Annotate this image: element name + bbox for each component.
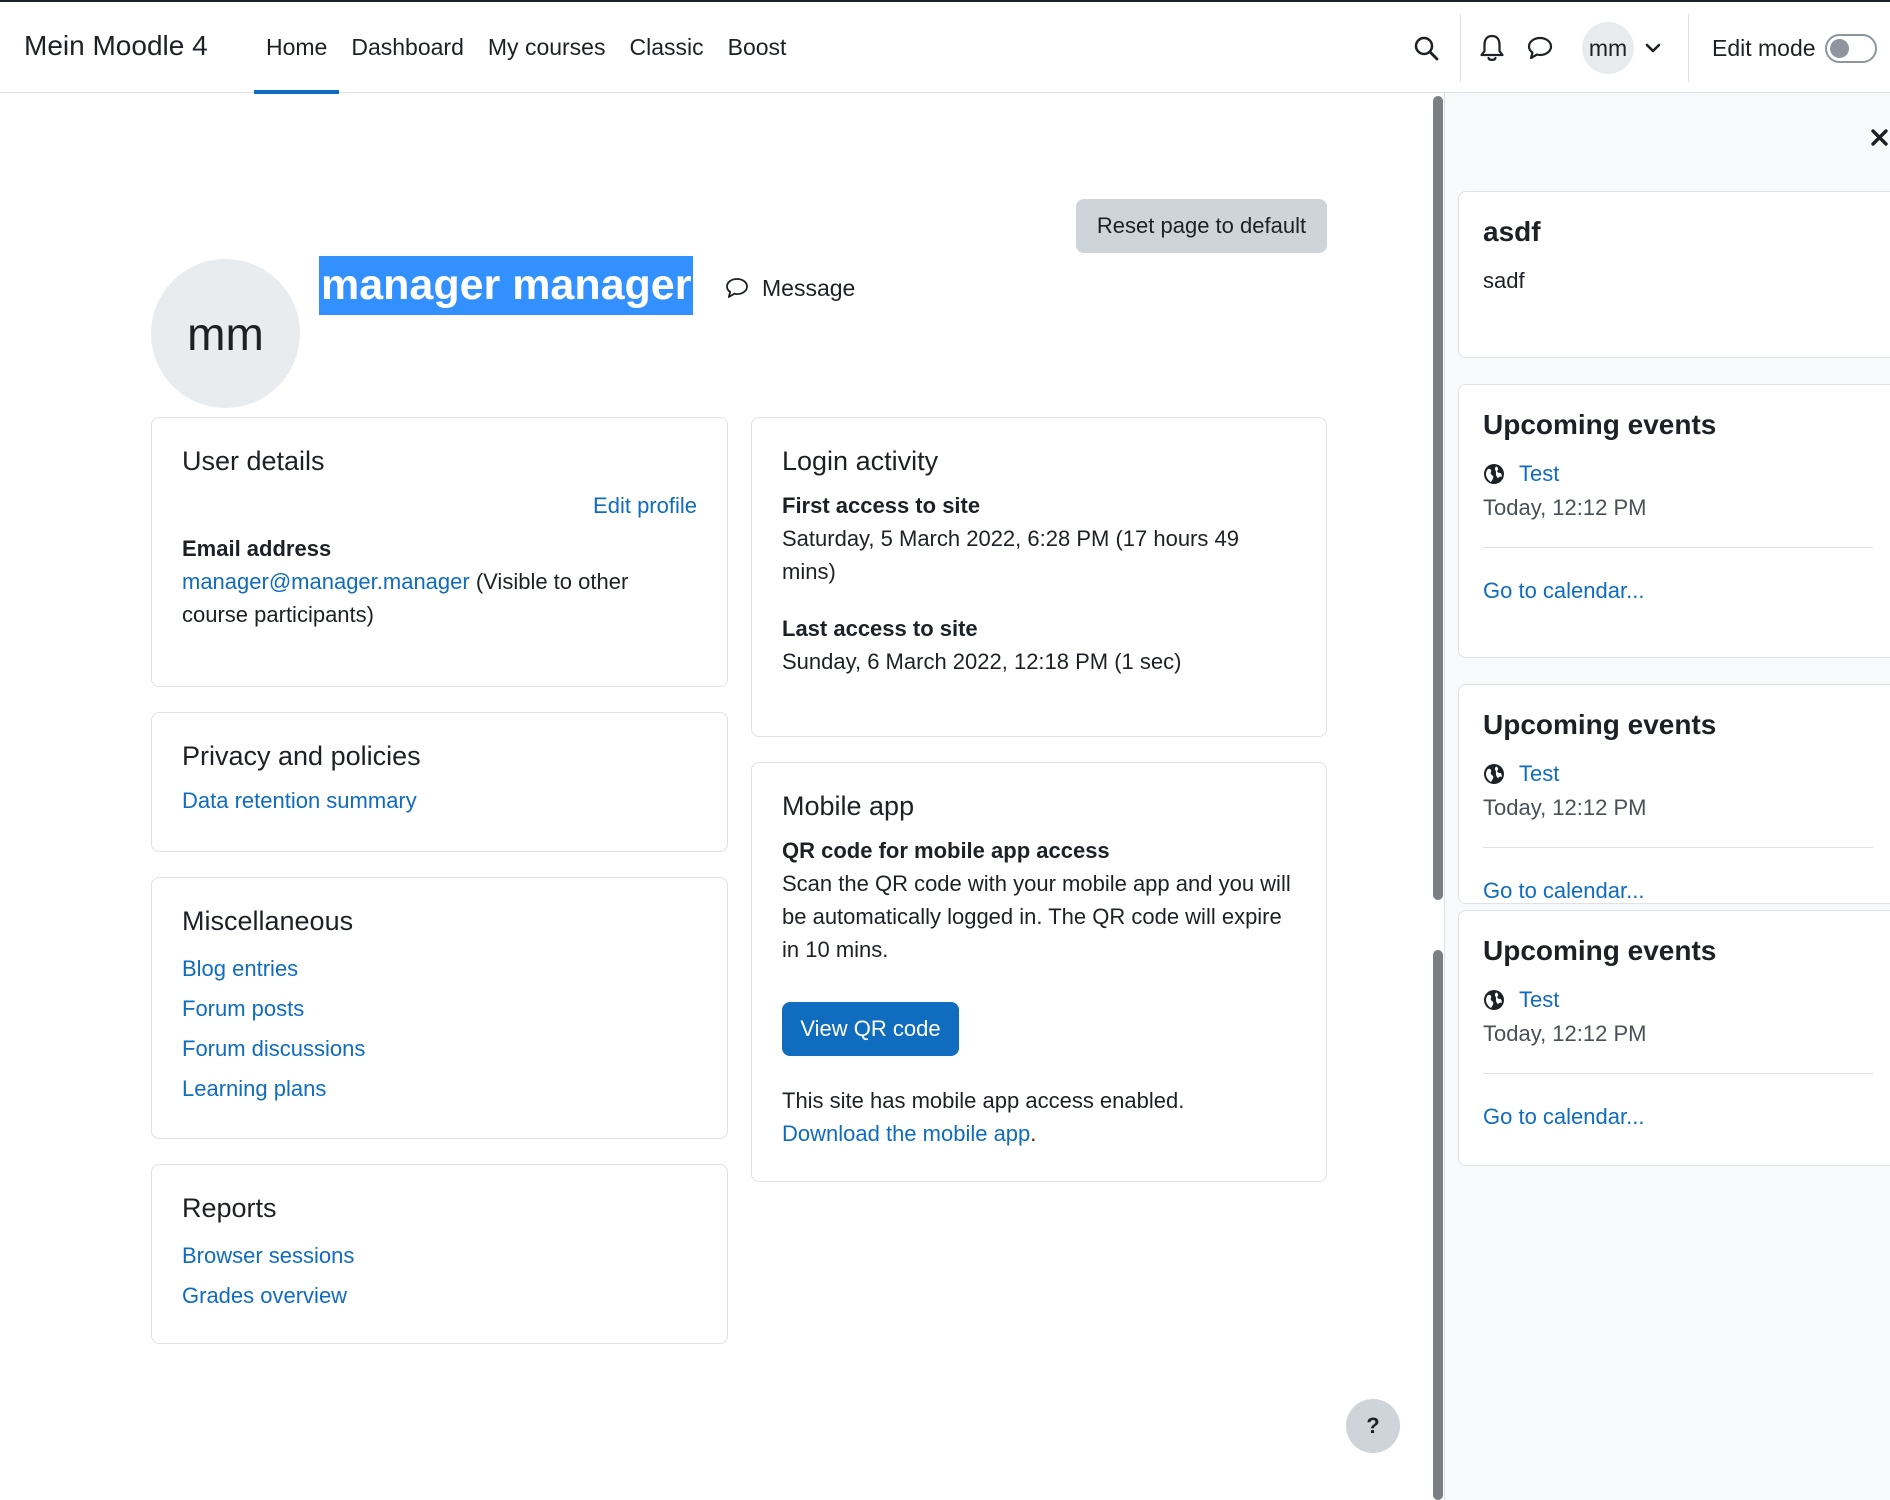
notifications-bell-icon[interactable] [1478, 33, 1506, 63]
download-app-line: Download the mobile app. [782, 1117, 1296, 1150]
mobile-enabled-text: This site has mobile app access enabled. [782, 1088, 1185, 1113]
privacy-card: Privacy and policies Data retention summ… [151, 712, 728, 852]
profile-name-heading: manager manager [319, 256, 694, 315]
primary-navigation: Home Dashboard My courses Classic Boost [254, 2, 799, 94]
upcoming-events-block: Upcoming events Test Today, 12:12 PM Go … [1458, 910, 1890, 1166]
nav-my-courses[interactable]: My courses [476, 2, 618, 93]
nav-divider [1460, 14, 1461, 82]
email-label: Email address [182, 536, 332, 561]
nav-home[interactable]: Home [254, 2, 340, 94]
message-label: Message [762, 274, 856, 301]
qr-code-description: Scan the QR code with your mobile app an… [782, 871, 1291, 962]
block-title: Upcoming events [1483, 935, 1717, 966]
nav-dashboard[interactable]: Dashboard [339, 2, 476, 93]
data-retention-link[interactable]: Data retention summary [182, 784, 697, 817]
miscellaneous-title: Miscellaneous [182, 906, 354, 936]
edit-profile-link[interactable]: Edit profile [593, 493, 697, 518]
globe-icon [1484, 990, 1504, 1010]
forum-posts-link[interactable]: Forum posts [182, 989, 697, 1029]
chevron-down-icon[interactable] [1644, 40, 1662, 56]
event-time: Today, 12:12 PM [1483, 495, 1873, 548]
go-to-calendar-link[interactable]: Go to calendar... [1483, 1104, 1873, 1130]
browser-sessions-link[interactable]: Browser sessions [182, 1236, 697, 1276]
download-mobile-app-link[interactable]: Download the mobile app [782, 1121, 1030, 1146]
event-item: Test [1483, 461, 1873, 487]
block-title: Upcoming events [1483, 709, 1717, 740]
scrollbar-thumb[interactable] [1433, 950, 1443, 1500]
login-activity-title: Login activity [782, 446, 939, 476]
user-details-title: User details [182, 446, 325, 476]
event-item: Test [1483, 761, 1873, 787]
reset-page-button[interactable]: Reset page to default [1076, 199, 1327, 253]
close-icon[interactable] [1869, 127, 1890, 148]
search-icon[interactable] [1412, 34, 1440, 62]
email-value: manager@manager.manager (Visible to othe… [182, 565, 697, 631]
user-menu-avatar[interactable]: mm [1582, 22, 1634, 74]
nav-divider [1688, 14, 1689, 82]
event-link[interactable]: Test [1519, 761, 1559, 787]
first-access-value: Saturday, 5 March 2022, 6:28 PM (17 hour… [782, 526, 1239, 584]
top-navbar: Mein Moodle 4 Home Dashboard My courses … [0, 0, 1890, 94]
site-brand[interactable]: Mein Moodle 4 [24, 30, 208, 62]
grades-overview-link[interactable]: Grades overview [182, 1276, 697, 1316]
profile-avatar: mm [151, 259, 300, 408]
edit-mode-label: Edit mode [1712, 35, 1816, 61]
globe-icon [1484, 764, 1504, 784]
event-link[interactable]: Test [1519, 987, 1559, 1013]
privacy-title: Privacy and policies [182, 741, 421, 771]
upcoming-events-block: Upcoming events Test Today, 12:12 PM Go … [1458, 684, 1890, 904]
go-to-calendar-link[interactable]: Go to calendar... [1483, 878, 1873, 903]
help-button[interactable]: ? [1346, 1399, 1400, 1453]
globe-icon [1484, 464, 1504, 484]
last-access-value: Sunday, 6 March 2022, 12:18 PM (1 sec) [782, 649, 1182, 674]
block-title: Upcoming events [1483, 409, 1717, 440]
block-text: sadf [1483, 268, 1525, 293]
email-link[interactable]: manager@manager.manager [182, 569, 470, 594]
mobile-app-card: Mobile app QR code for mobile app access… [751, 762, 1327, 1182]
nav-classic[interactable]: Classic [617, 2, 715, 93]
first-access-label: First access to site [782, 493, 981, 518]
block-title: asdf [1483, 216, 1541, 247]
mobile-app-title: Mobile app [782, 791, 915, 821]
miscellaneous-card: Miscellaneous Blog entries Forum posts F… [151, 877, 728, 1139]
reports-card: Reports Browser sessions Grades overview [151, 1164, 728, 1344]
event-link[interactable]: Test [1519, 461, 1559, 487]
scrollbar-thumb[interactable] [1433, 96, 1443, 900]
last-access-label: Last access to site [782, 616, 978, 641]
messages-chat-icon[interactable] [1526, 35, 1554, 61]
event-item: Test [1483, 987, 1873, 1013]
reports-title: Reports [182, 1193, 277, 1223]
message-icon [726, 278, 748, 298]
view-qr-code-button[interactable]: View QR code [782, 1002, 959, 1056]
learning-plans-link[interactable]: Learning plans [182, 1069, 697, 1109]
qr-code-label: QR code for mobile app access [782, 838, 1110, 863]
download-suffix: . [1030, 1121, 1037, 1146]
edit-mode-toggle[interactable] [1825, 34, 1877, 63]
event-time: Today, 12:12 PM [1483, 795, 1873, 848]
login-activity-card: Login activity First access to site Satu… [751, 417, 1327, 737]
message-button[interactable]: Message [724, 272, 855, 304]
upcoming-events-block: Upcoming events Test Today, 12:12 PM Go … [1458, 384, 1890, 658]
user-details-card: User details Edit profile Email address … [151, 417, 728, 687]
forum-discussions-link[interactable]: Forum discussions [182, 1029, 697, 1069]
text-block: asdf sadf [1458, 191, 1890, 358]
blog-entries-link[interactable]: Blog entries [182, 949, 697, 989]
event-time: Today, 12:12 PM [1483, 1021, 1873, 1074]
go-to-calendar-link[interactable]: Go to calendar... [1483, 578, 1873, 604]
nav-boost[interactable]: Boost [716, 2, 799, 93]
